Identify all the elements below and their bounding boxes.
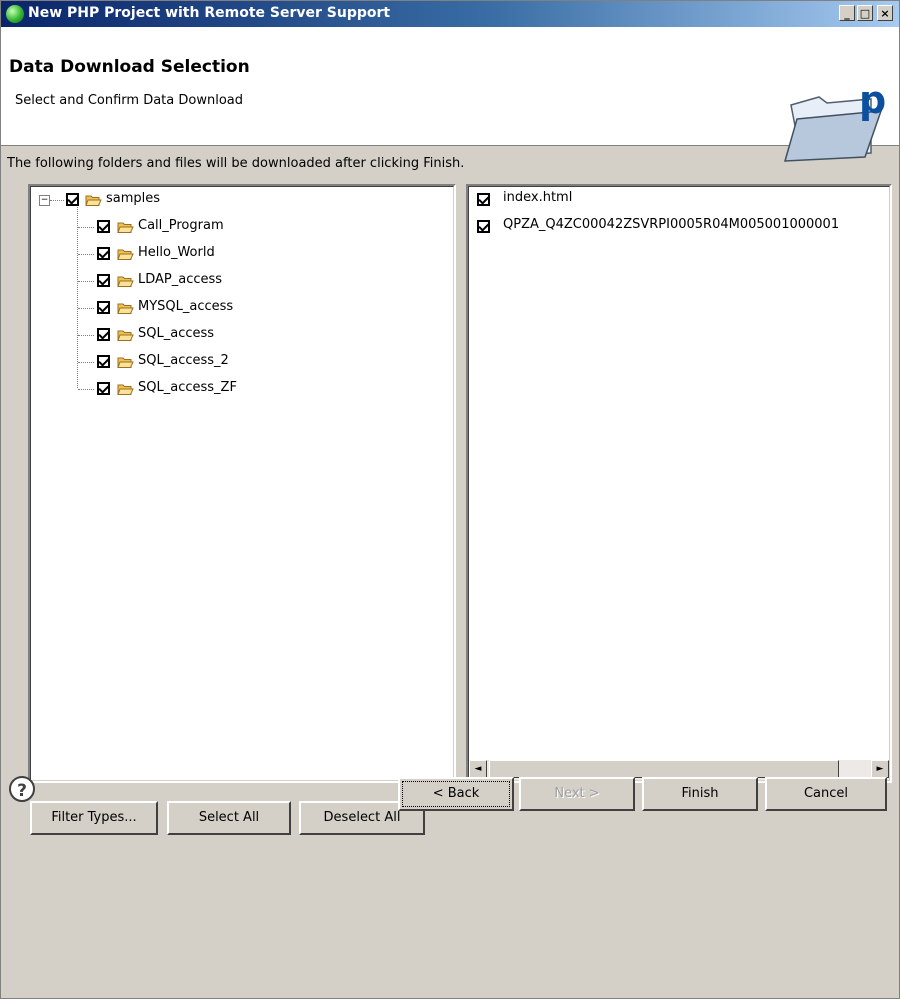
- folder-tree[interactable]: − samples Call_Program Hello_World LDAP_…: [30, 186, 454, 781]
- next-button: Next >: [519, 777, 635, 811]
- tree-item-label[interactable]: SQL_access_ZF: [138, 380, 237, 395]
- tree-line: [78, 254, 94, 255]
- folder-open-icon: [117, 384, 134, 395]
- folder-open-icon: [117, 276, 134, 287]
- tree-line: [77, 207, 78, 388]
- folder-open-icon: [85, 195, 102, 206]
- child-checkbox[interactable]: [97, 328, 110, 341]
- collapse-icon[interactable]: −: [39, 195, 50, 206]
- scroll-thumb[interactable]: [489, 760, 839, 778]
- child-checkbox[interactable]: [97, 274, 110, 287]
- page-title: Data Download Selection: [9, 57, 250, 77]
- tree-item-label[interactable]: SQL_access_2: [138, 353, 229, 368]
- folder-open-icon: [117, 249, 134, 260]
- finish-button[interactable]: Finish: [642, 777, 758, 811]
- scroll-left-icon[interactable]: ◄: [469, 760, 487, 778]
- page-subtitle: Select and Confirm Data Download: [15, 93, 243, 108]
- file-checkbox[interactable]: [477, 193, 490, 206]
- tree-line: [78, 227, 94, 228]
- file-list-panel[interactable]: index.html QPZA_Q4ZC00042ZSVRPI0005R04M0…: [466, 184, 892, 783]
- child-checkbox[interactable]: [97, 355, 110, 368]
- folder-open-icon: [117, 222, 134, 233]
- file-label[interactable]: index.html: [503, 190, 572, 205]
- tree-line: [78, 308, 94, 309]
- minimize-button[interactable]: _: [839, 5, 855, 21]
- php-project-icon: p: [783, 78, 886, 162]
- info-text: The following folders and files will be …: [7, 156, 465, 171]
- wizard-header: Data Download Selection Select and Confi…: [1, 27, 899, 162]
- tree-line: [78, 281, 94, 282]
- close-button[interactable]: ×: [877, 5, 893, 21]
- back-button[interactable]: < Back: [398, 777, 514, 811]
- folder-open-icon: [117, 303, 134, 314]
- title-bar[interactable]: New PHP Project with Remote Server Suppo…: [1, 1, 899, 27]
- tree-line: [78, 389, 94, 390]
- tree-item-label[interactable]: MYSQL_access: [138, 299, 233, 314]
- child-checkbox[interactable]: [97, 382, 110, 395]
- folder-open-icon: [117, 357, 134, 368]
- tree-item-label[interactable]: SQL_access: [138, 326, 214, 341]
- file-list[interactable]: index.html QPZA_Q4ZC00042ZSVRPI0005R04M0…: [468, 186, 890, 781]
- tree-item-label[interactable]: Hello_World: [138, 245, 215, 260]
- tree-item-label[interactable]: samples: [106, 191, 160, 206]
- folder-open-icon: [117, 330, 134, 341]
- tree-line: [50, 200, 64, 201]
- child-checkbox[interactable]: [97, 220, 110, 233]
- folder-tree-panel[interactable]: − samples Call_Program Hello_World LDAP_…: [28, 184, 456, 783]
- window-title: New PHP Project with Remote Server Suppo…: [28, 5, 391, 21]
- cancel-button[interactable]: Cancel: [765, 777, 887, 811]
- tree-line: [78, 335, 94, 336]
- maximize-button[interactable]: □: [857, 5, 873, 21]
- logo-letter: p: [859, 78, 886, 122]
- help-icon[interactable]: ?: [9, 776, 35, 802]
- tree-item-label[interactable]: LDAP_access: [138, 272, 222, 287]
- child-checkbox[interactable]: [97, 247, 110, 260]
- app-icon: [6, 5, 24, 23]
- select-all-button[interactable]: Select All: [167, 801, 291, 835]
- filter-types-button[interactable]: Filter Types...: [30, 801, 158, 835]
- root-checkbox[interactable]: [66, 193, 79, 206]
- child-checkbox[interactable]: [97, 301, 110, 314]
- file-checkbox[interactable]: [477, 220, 490, 233]
- tree-item-label[interactable]: Call_Program: [138, 218, 224, 233]
- file-label[interactable]: QPZA_Q4ZC00042ZSVRPI0005R04M005001000001: [503, 217, 839, 232]
- scroll-right-icon[interactable]: ►: [871, 760, 889, 778]
- wizard-window: New PHP Project with Remote Server Suppo…: [0, 0, 900, 999]
- tree-line: [78, 362, 94, 363]
